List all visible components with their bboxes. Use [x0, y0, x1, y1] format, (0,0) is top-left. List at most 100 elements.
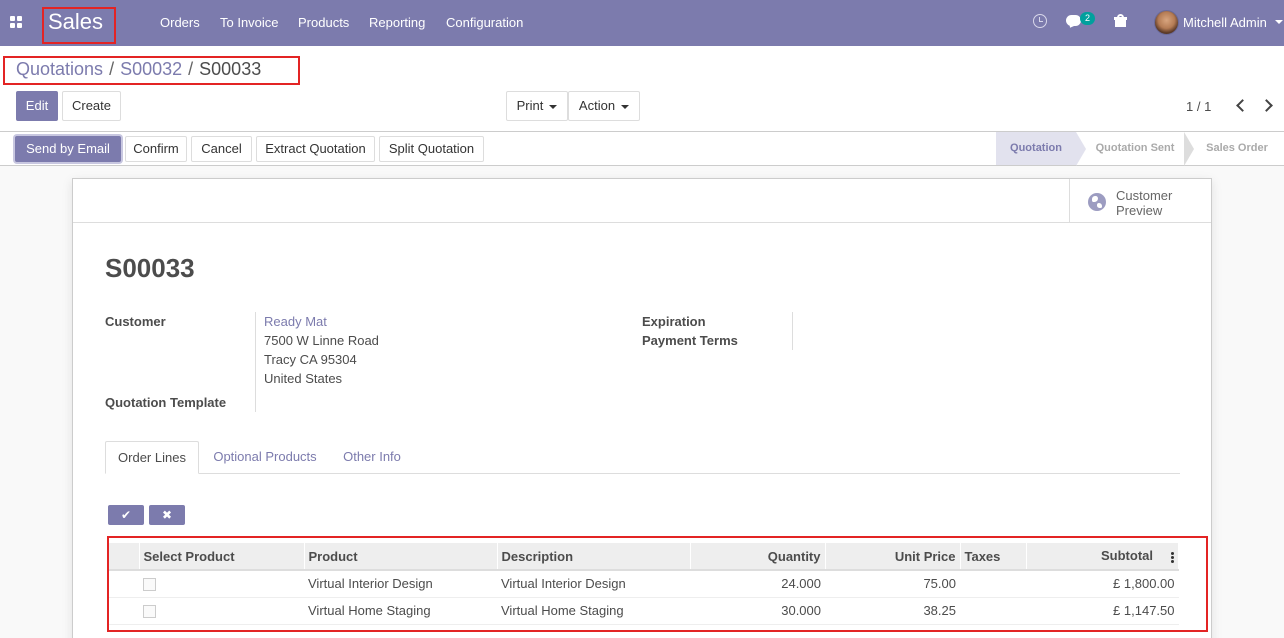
table-row[interactable]: Virtual Interior Design Virtual Interior… — [109, 570, 1179, 598]
print-dropdown[interactable]: Print — [506, 91, 568, 121]
customer-address-line-3: United States — [264, 371, 343, 386]
caret-down-icon — [549, 104, 558, 109]
product-cell[interactable]: Virtual Home Staging — [304, 597, 497, 625]
taxes-cell[interactable] — [960, 570, 1026, 598]
apps-menu-icon[interactable] — [10, 16, 23, 29]
breadcrumb: Quotations / S00032/S00033 — [16, 59, 261, 80]
header-select-product[interactable]: Select Product — [139, 543, 305, 571]
stage-arrow — [1184, 132, 1194, 166]
breadcrumb-separator: / — [188, 59, 194, 79]
send-by-email-button[interactable]: Send by Email — [15, 136, 121, 162]
menu-configuration[interactable]: Configuration — [446, 15, 523, 30]
confirm-button[interactable]: Confirm — [125, 136, 187, 162]
select-product-cell[interactable] — [139, 597, 304, 625]
breadcrumb-current: S00033 — [199, 59, 262, 79]
split-quotation-button[interactable]: Split Quotation — [379, 136, 484, 162]
quantity-cell[interactable]: 30.000 — [690, 597, 825, 625]
stage-sales-order: Sales Order — [1206, 142, 1268, 154]
action-dropdown[interactable]: Action — [568, 91, 640, 121]
field-divider — [792, 312, 793, 350]
user-avatar[interactable] — [1154, 10, 1179, 35]
header-handle — [109, 543, 140, 571]
notebook-tabs: Order Lines Optional Products Other Info — [105, 441, 1180, 474]
customer-preview-label: Customer Preview — [1116, 188, 1206, 218]
quotation-template-label: Quotation Template — [105, 395, 227, 410]
header-description[interactable]: Description — [497, 543, 691, 571]
smart-button-box: Customer Preview — [73, 179, 1211, 223]
pager-previous-icon[interactable] — [1236, 99, 1249, 112]
pager-next-icon[interactable] — [1260, 99, 1273, 112]
taxes-cell[interactable] — [960, 597, 1026, 625]
menu-orders[interactable]: Orders — [160, 15, 200, 30]
quantity-cell[interactable]: 24.000 — [690, 570, 825, 598]
subtotal-cell: £ 1,147.50 — [1026, 597, 1179, 625]
select-product-checkbox[interactable] — [143, 578, 156, 592]
customer-address-line-2: Tracy CA 95304 — [264, 352, 357, 367]
globe-icon — [1088, 193, 1106, 211]
header-quantity[interactable]: Quantity — [690, 543, 826, 571]
order-lines-table: Select Product Product Description Quant… — [109, 543, 1179, 625]
select-product-cell[interactable] — [139, 570, 304, 598]
stage-quotation-sent: Quotation Sent — [1095, 142, 1175, 154]
breadcrumb-separator: / — [109, 59, 115, 79]
messages-chat-icon[interactable] — [1066, 15, 1081, 26]
preview-line-2: Preview — [1116, 203, 1163, 218]
tab-order-lines[interactable]: Order Lines — [105, 441, 199, 474]
activity-clock-icon[interactable] — [1033, 14, 1047, 28]
row-handle — [109, 570, 139, 598]
unit-price-cell[interactable]: 38.25 — [825, 597, 960, 625]
save-check-icon[interactable]: ✔ — [108, 505, 144, 525]
description-cell[interactable]: Virtual Interior Design — [497, 570, 690, 598]
unit-price-cell[interactable]: 75.00 — [825, 570, 960, 598]
create-button[interactable]: Create — [62, 91, 121, 121]
breadcrumb-s00032[interactable]: S00032 — [120, 59, 182, 79]
subtotal-cell: £ 1,800.00 — [1026, 570, 1179, 598]
header-taxes[interactable]: Taxes — [960, 543, 1027, 571]
document-title: S00033 — [105, 253, 195, 283]
menu-to-invoice[interactable]: To Invoice — [220, 15, 279, 30]
gift-icon[interactable] — [1114, 14, 1127, 27]
table-header-row: Select Product Product Description Quant… — [109, 543, 1179, 571]
user-menu-name[interactable]: Mitchell Admin — [1183, 15, 1267, 30]
app-brand[interactable]: Sales — [48, 9, 103, 35]
customer-address-line-1: 7500 W Linne Road — [264, 333, 379, 348]
select-product-checkbox[interactable] — [143, 605, 156, 619]
form-statusbar: Send by Email Confirm Cancel Extract Quo… — [0, 132, 1284, 166]
column-options-icon[interactable] — [1171, 551, 1174, 564]
header-unit-price[interactable]: Unit Price — [825, 543, 961, 571]
cancel-button[interactable]: Cancel — [191, 136, 252, 162]
field-divider — [255, 312, 256, 412]
discard-x-icon[interactable]: ✖ — [149, 505, 185, 525]
form-sheet: Customer Preview S00033 Customer Ready M… — [72, 178, 1212, 638]
row-handle — [109, 597, 139, 625]
stage-arrow — [1076, 132, 1086, 166]
payment-terms-label: Payment Terms — [642, 333, 738, 348]
caret-down-icon — [621, 104, 630, 109]
header-product[interactable]: Product — [304, 543, 498, 571]
product-cell[interactable]: Virtual Interior Design — [304, 570, 497, 598]
print-label: Print — [516, 98, 544, 113]
user-caret-down-icon[interactable] — [1275, 20, 1283, 24]
stage-quotation: Quotation — [996, 132, 1076, 165]
edit-button[interactable]: Edit — [16, 91, 58, 121]
customer-link[interactable]: Ready Mat — [264, 314, 327, 329]
extract-quotation-button[interactable]: Extract Quotation — [256, 136, 375, 162]
preview-line-1: Customer — [1116, 188, 1173, 203]
customer-label: Customer — [105, 314, 166, 329]
pager-value[interactable]: 1 / 1 — [1186, 99, 1211, 114]
action-label: Action — [578, 98, 616, 113]
expiration-label: Expiration — [642, 314, 706, 329]
messages-count-badge: 2 — [1080, 12, 1095, 25]
tab-optional-products[interactable]: Optional Products — [204, 441, 326, 474]
tab-other-info[interactable]: Other Info — [331, 441, 413, 474]
menu-products[interactable]: Products — [298, 15, 349, 30]
control-panel: Quotations / S00032/S00033 Edit Create Pri… — [0, 46, 1284, 132]
breadcrumb-quotations[interactable]: Quotations — [16, 59, 103, 79]
table-row[interactable]: Virtual Home Staging Virtual Home Stagin… — [109, 597, 1179, 625]
header-subtotal[interactable]: Subtotal — [1026, 543, 1179, 571]
description-cell[interactable]: Virtual Home Staging — [497, 597, 690, 625]
top-navbar: Sales Orders To Invoice Products Reporti… — [0, 0, 1284, 46]
menu-reporting[interactable]: Reporting — [369, 15, 425, 30]
customer-preview-button[interactable]: Customer Preview — [1069, 179, 1211, 223]
subtotal-header-label: Subtotal — [1101, 548, 1153, 564]
